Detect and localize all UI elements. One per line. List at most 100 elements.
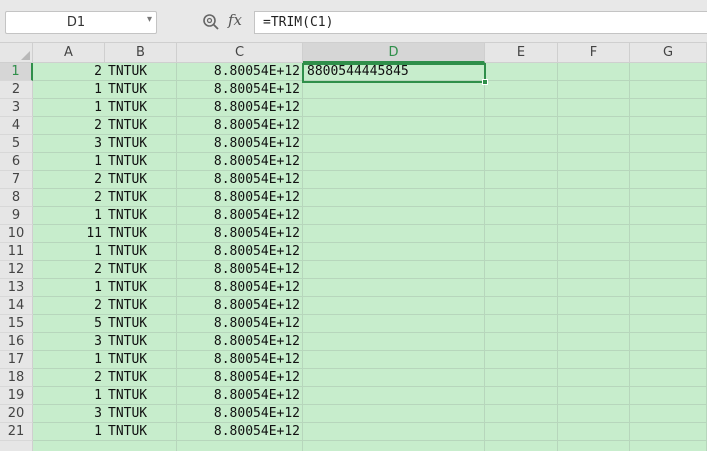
cell-b4[interactable]: TNTUK bbox=[106, 117, 177, 135]
cell-d10[interactable] bbox=[304, 225, 484, 243]
cell-c19[interactable]: 8.80054E+12 bbox=[178, 387, 302, 405]
cell-c13[interactable]: 8.80054E+12 bbox=[178, 279, 302, 297]
cell-b14[interactable]: TNTUK bbox=[106, 297, 177, 315]
cell-a15[interactable]: 5 bbox=[34, 315, 104, 333]
cell-b19[interactable]: TNTUK bbox=[106, 387, 177, 405]
cell-c15[interactable]: 8.80054E+12 bbox=[178, 315, 302, 333]
cell-d8[interactable] bbox=[304, 189, 484, 207]
cell-b15[interactable]: TNTUK bbox=[106, 315, 177, 333]
cell-d7[interactable] bbox=[304, 171, 484, 189]
cell-b7[interactable]: TNTUK bbox=[106, 171, 177, 189]
cell-b12[interactable]: TNTUK bbox=[106, 261, 177, 279]
cell-c16[interactable]: 8.80054E+12 bbox=[178, 333, 302, 351]
cell-c8[interactable]: 8.80054E+12 bbox=[178, 189, 302, 207]
cell-d18[interactable] bbox=[304, 369, 484, 387]
row-header[interactable]: 15 bbox=[0, 315, 33, 333]
cell-d17[interactable] bbox=[304, 351, 484, 369]
cell-d3[interactable] bbox=[304, 99, 484, 117]
cell-b11[interactable]: TNTUK bbox=[106, 243, 177, 261]
cell-c14[interactable]: 8.80054E+12 bbox=[178, 297, 302, 315]
row-header[interactable]: 18 bbox=[0, 369, 33, 387]
cell-a19[interactable]: 1 bbox=[34, 387, 104, 405]
cell-a10[interactable]: 11 bbox=[34, 225, 104, 243]
cell-a1[interactable]: 2 bbox=[34, 63, 104, 81]
cell-a12[interactable]: 2 bbox=[34, 261, 104, 279]
cell-a13[interactable]: 1 bbox=[34, 279, 104, 297]
cell-a20[interactable]: 3 bbox=[34, 405, 104, 423]
column-header-a[interactable]: A bbox=[33, 43, 105, 63]
row-header[interactable]: 20 bbox=[0, 405, 33, 423]
cell-b17[interactable]: TNTUK bbox=[106, 351, 177, 369]
row-header[interactable]: 14 bbox=[0, 297, 33, 315]
cell-d19[interactable] bbox=[304, 387, 484, 405]
cell-a17[interactable]: 1 bbox=[34, 351, 104, 369]
cell-c21[interactable]: 8.80054E+12 bbox=[178, 423, 302, 441]
cell-b18[interactable]: TNTUK bbox=[106, 369, 177, 387]
cell-a5[interactable]: 3 bbox=[34, 135, 104, 153]
row-header[interactable]: 16 bbox=[0, 333, 33, 351]
row-header[interactable]: 21 bbox=[0, 423, 33, 441]
cell-c9[interactable]: 8.80054E+12 bbox=[178, 207, 302, 225]
fill-handle[interactable] bbox=[482, 79, 488, 85]
row-header[interactable]: 10 bbox=[0, 225, 33, 243]
cell-d11[interactable] bbox=[304, 243, 484, 261]
cell-d4[interactable] bbox=[304, 117, 484, 135]
row-header[interactable]: 4 bbox=[0, 117, 33, 135]
column-header-c[interactable]: C bbox=[177, 43, 303, 63]
cell-d6[interactable] bbox=[304, 153, 484, 171]
row-header[interactable]: 17 bbox=[0, 351, 33, 369]
cell-a11[interactable]: 1 bbox=[34, 243, 104, 261]
cell-c5[interactable]: 8.80054E+12 bbox=[178, 135, 302, 153]
function-icon[interactable]: fx bbox=[228, 11, 242, 29]
column-header-e[interactable]: E bbox=[485, 43, 558, 63]
cell-a2[interactable]: 1 bbox=[34, 81, 104, 99]
cell-d9[interactable] bbox=[304, 207, 484, 225]
cell-a14[interactable]: 2 bbox=[34, 297, 104, 315]
row-header[interactable]: 7 bbox=[0, 171, 33, 189]
cell-b16[interactable]: TNTUK bbox=[106, 333, 177, 351]
chevron-down-icon[interactable]: ▾ bbox=[147, 14, 152, 25]
cell-c4[interactable]: 8.80054E+12 bbox=[178, 117, 302, 135]
cell-c18[interactable]: 8.80054E+12 bbox=[178, 369, 302, 387]
cell-c7[interactable]: 8.80054E+12 bbox=[178, 171, 302, 189]
row-header[interactable]: 8 bbox=[0, 189, 33, 207]
cell-c3[interactable]: 8.80054E+12 bbox=[178, 99, 302, 117]
cell-d15[interactable] bbox=[304, 315, 484, 333]
row-header[interactable]: 19 bbox=[0, 387, 33, 405]
cell-b21[interactable]: TNTUK bbox=[106, 423, 177, 441]
column-header-g[interactable]: G bbox=[630, 43, 707, 63]
cell-a4[interactable]: 2 bbox=[34, 117, 104, 135]
cell-d14[interactable] bbox=[304, 297, 484, 315]
cell-c6[interactable]: 8.80054E+12 bbox=[178, 153, 302, 171]
cell-c2[interactable]: 8.80054E+12 bbox=[178, 81, 302, 99]
row-header[interactable]: 2 bbox=[0, 81, 33, 99]
cell-a8[interactable]: 2 bbox=[34, 189, 104, 207]
cell-b8[interactable]: TNTUK bbox=[106, 189, 177, 207]
cell-a7[interactable]: 2 bbox=[34, 171, 104, 189]
cell-b13[interactable]: TNTUK bbox=[106, 279, 177, 297]
formula-input[interactable]: =TRIM(C1) bbox=[254, 11, 707, 34]
row-header[interactable]: 9 bbox=[0, 207, 33, 225]
cell-d5[interactable] bbox=[304, 135, 484, 153]
select-all-corner[interactable] bbox=[0, 43, 33, 63]
cell-c17[interactable]: 8.80054E+12 bbox=[178, 351, 302, 369]
cell-a16[interactable]: 3 bbox=[34, 333, 104, 351]
cell-b20[interactable]: TNTUK bbox=[106, 405, 177, 423]
column-header-b[interactable]: B bbox=[105, 43, 177, 63]
cell-c20[interactable]: 8.80054E+12 bbox=[178, 405, 302, 423]
cell-c10[interactable]: 8.80054E+12 bbox=[178, 225, 302, 243]
cell-d13[interactable] bbox=[304, 279, 484, 297]
row-header[interactable]: 1 bbox=[0, 63, 33, 81]
row-header[interactable]: 5 bbox=[0, 135, 33, 153]
cell-c12[interactable]: 8.80054E+12 bbox=[178, 261, 302, 279]
cell-c1[interactable]: 8.80054E+12 bbox=[178, 63, 302, 81]
row-header[interactable]: 6 bbox=[0, 153, 33, 171]
cell-a6[interactable]: 1 bbox=[34, 153, 104, 171]
cell-d16[interactable] bbox=[304, 333, 484, 351]
cell-d20[interactable] bbox=[304, 405, 484, 423]
cell-a18[interactable]: 2 bbox=[34, 369, 104, 387]
cell-b2[interactable]: TNTUK bbox=[106, 81, 177, 99]
row-header[interactable]: 12 bbox=[0, 261, 33, 279]
cell-d21[interactable] bbox=[304, 423, 484, 441]
cell-b10[interactable]: TNTUK bbox=[106, 225, 177, 243]
